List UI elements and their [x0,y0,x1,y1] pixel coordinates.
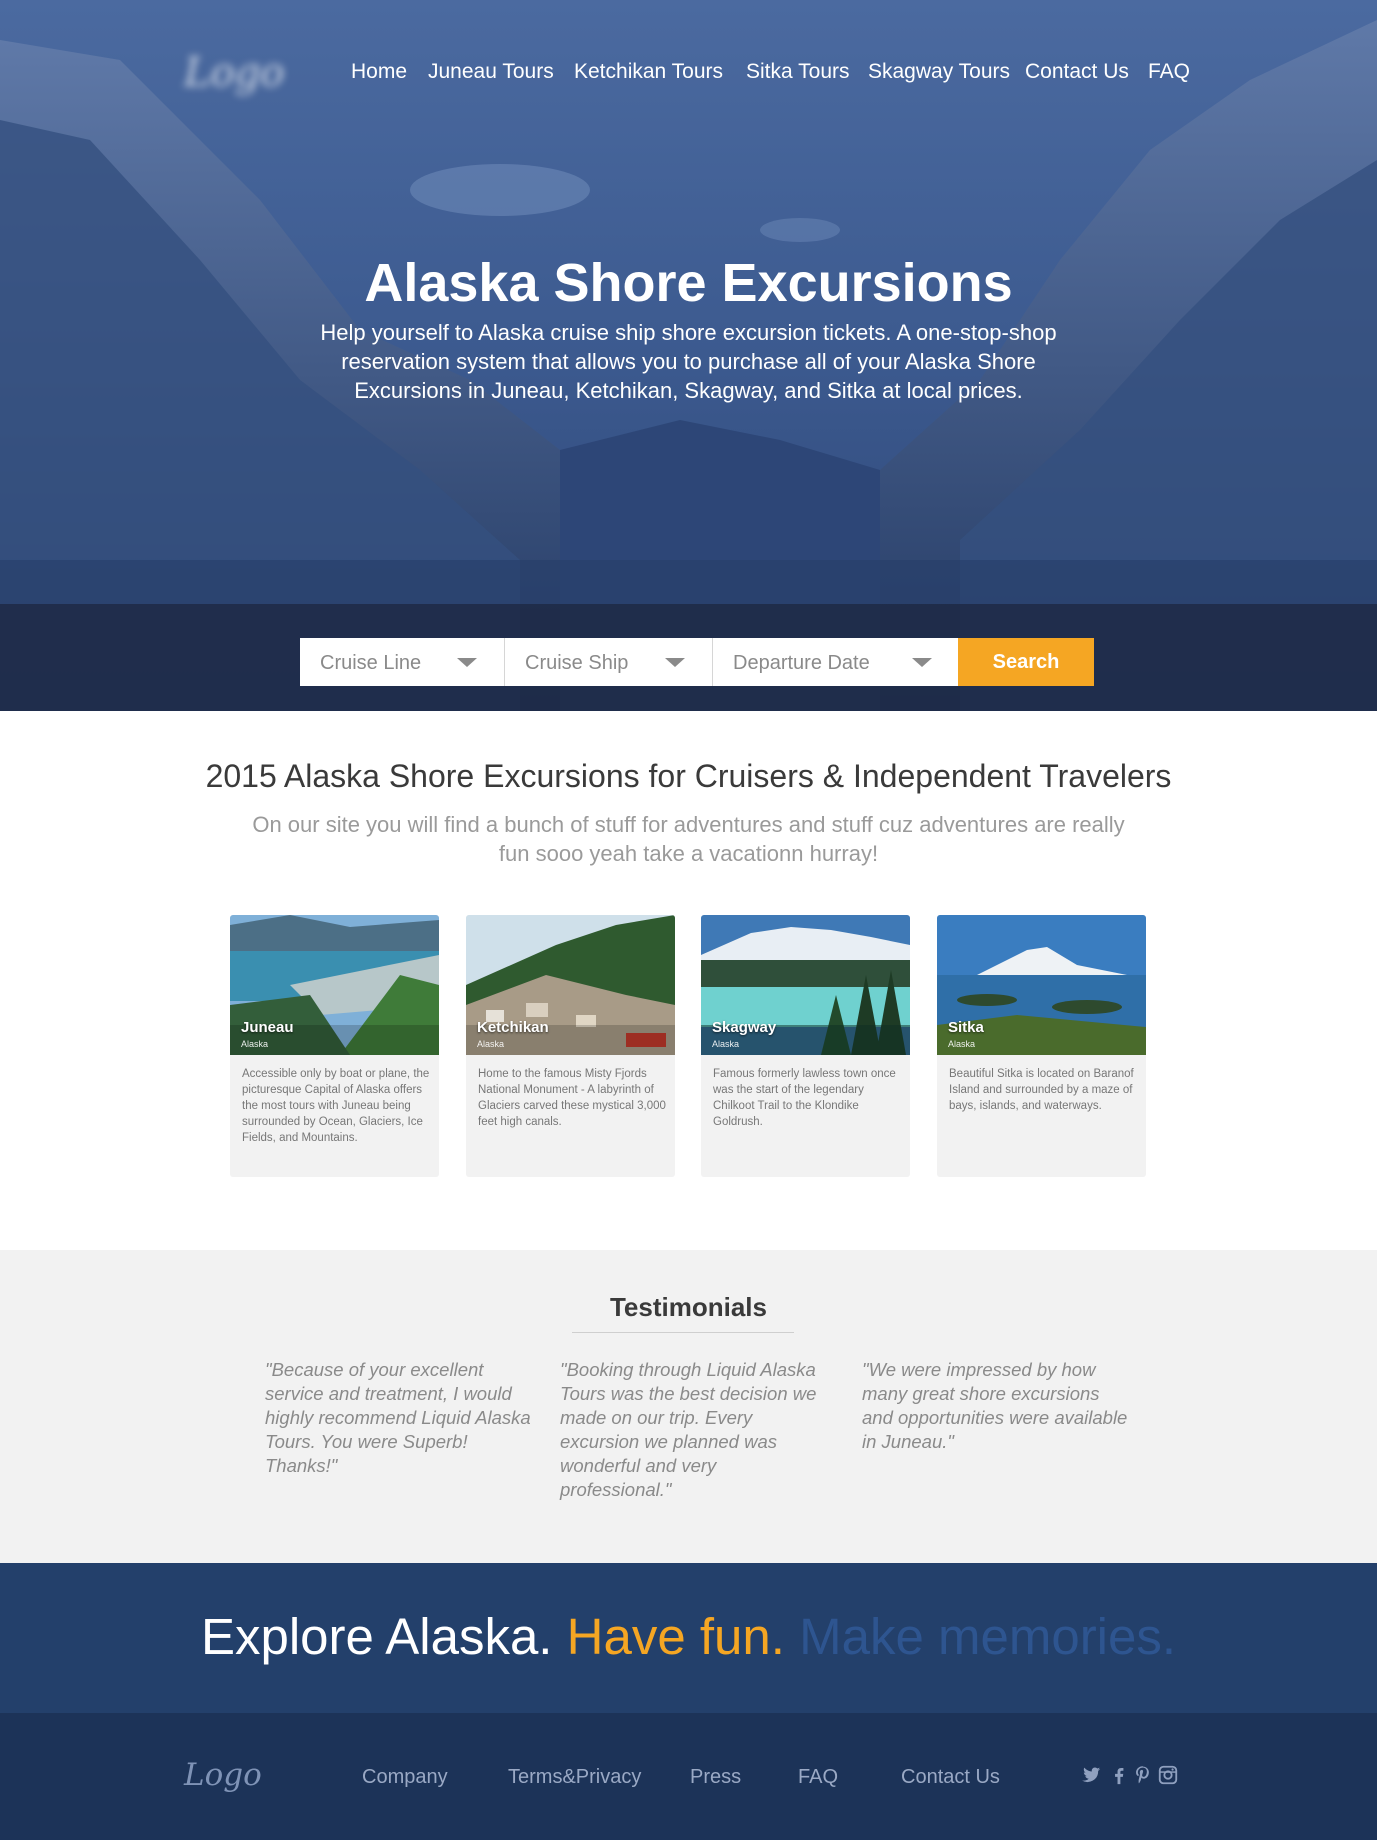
destination-card-skagway[interactable]: Skagway Alaska Famous formerly lawless t… [701,915,910,1177]
destination-card-sitka[interactable]: Sitka Alaska Beautiful Sitka is located … [937,915,1146,1177]
sitka-photo: Sitka Alaska [937,915,1146,1055]
section-subtitle: On our site you will find a bunch of stu… [252,812,1125,866]
card-description: Accessible only by boat or plane, the pi… [242,1068,430,1144]
testimonial-quote: "We were impressed by how many great sho… [862,1359,1128,1452]
footer-logo[interactable]: Logo [184,1757,262,1793]
search-bar: Cruise Line Cruise Ship Departure Date S… [0,604,1377,711]
tagline-part-explore: Explore Alaska. [200,1608,553,1665]
testimonial-quote: "Booking through Liquid Alaska Tours was… [560,1359,817,1500]
card-state: Alaska [712,1039,740,1049]
hero-title: Alaska Shore Excursions [364,253,1013,313]
testimonial-quote: "Because of your excellent service and t… [265,1359,531,1476]
hero-section: Logo Home Juneau Tours Ketchikan Tours S… [0,0,1377,711]
card-state: Alaska [241,1039,269,1049]
footer: Logo Company Terms&Privacy Press FAQ Con… [0,1713,1377,1840]
title-divider [572,1332,794,1333]
main-nav: Home Juneau Tours Ketchikan Tours Sitka … [0,60,1377,90]
footer-link-contact-us[interactable]: Contact Us [901,1766,1000,1789]
card-city: Juneau [241,1019,294,1036]
nav-faq[interactable]: FAQ [1148,60,1190,84]
hero-intro: Help yourself to Alaska cruise ship shor… [320,320,1057,403]
explore-banner: Explore Alaska. Have fun. Make memories. [0,1563,1377,1713]
pinterest-icon[interactable] [1132,1763,1154,1787]
cruise-line-label: Cruise Line [320,652,422,674]
card-city: Sitka [948,1019,984,1036]
skagway-photo: Skagway Alaska [701,915,910,1055]
juneau-photo: Juneau Alaska [230,915,439,1055]
card-description: Beautiful Sitka is located on Baranof Is… [949,1068,1134,1112]
destination-card-juneau[interactable]: Juneau Alaska Accessible only by boat or… [230,915,439,1177]
departure-date-select[interactable]: Departure Date [713,638,958,686]
cruise-ship-select[interactable]: Cruise Ship [505,638,713,686]
chevron-down-icon [665,658,685,667]
card-description: Famous formerly lawless town once was th… [713,1068,896,1128]
tagline-part-fun: Have fun. [566,1608,785,1665]
explore-tagline: Explore Alaska. Have fun. Make memories. [0,1607,1377,1666]
departure-date-label: Departure Date [733,652,870,674]
footer-link-company[interactable]: Company [362,1766,448,1789]
nav-home[interactable]: Home [351,60,407,84]
card-description: Home to the famous Misty Fjords National… [478,1068,666,1128]
section-title: 2015 Alaska Shore Excursions for Cruiser… [205,758,1172,794]
twitter-icon[interactable] [1080,1763,1102,1787]
nav-skagway-tours[interactable]: Skagway Tours [868,60,1010,84]
nav-sitka-tours[interactable]: Sitka Tours [746,60,850,84]
footer-link-press[interactable]: Press [690,1766,741,1789]
testimonials-section: Testimonials "Because of your excellent … [0,1250,1377,1563]
search-button[interactable]: Search [958,638,1094,686]
card-state: Alaska [948,1039,976,1049]
destination-card-ketchikan[interactable]: Ketchikan Alaska Home to the famous Mist… [466,915,675,1177]
cruise-ship-label: Cruise Ship [525,652,629,674]
cruise-line-select[interactable]: Cruise Line [300,638,505,686]
footer-link-terms-privacy[interactable]: Terms&Privacy [508,1766,641,1789]
footer-link-faq[interactable]: FAQ [798,1766,838,1789]
nav-contact-us[interactable]: Contact Us [1025,60,1129,84]
chevron-down-icon [457,658,477,667]
card-state: Alaska [477,1039,505,1049]
nav-ketchikan-tours[interactable]: Ketchikan Tours [574,60,723,84]
facebook-icon[interactable] [1108,1763,1130,1787]
card-city: Ketchikan [477,1019,549,1036]
instagram-icon[interactable] [1157,1763,1179,1787]
nav-juneau-tours[interactable]: Juneau Tours [428,60,554,84]
tagline-part-memories: Make memories. [799,1608,1177,1665]
testimonials-title: Testimonials [609,1292,767,1322]
chevron-down-icon [912,658,932,667]
ketchikan-photo: Ketchikan Alaska [466,915,675,1055]
card-city: Skagway [712,1019,777,1036]
